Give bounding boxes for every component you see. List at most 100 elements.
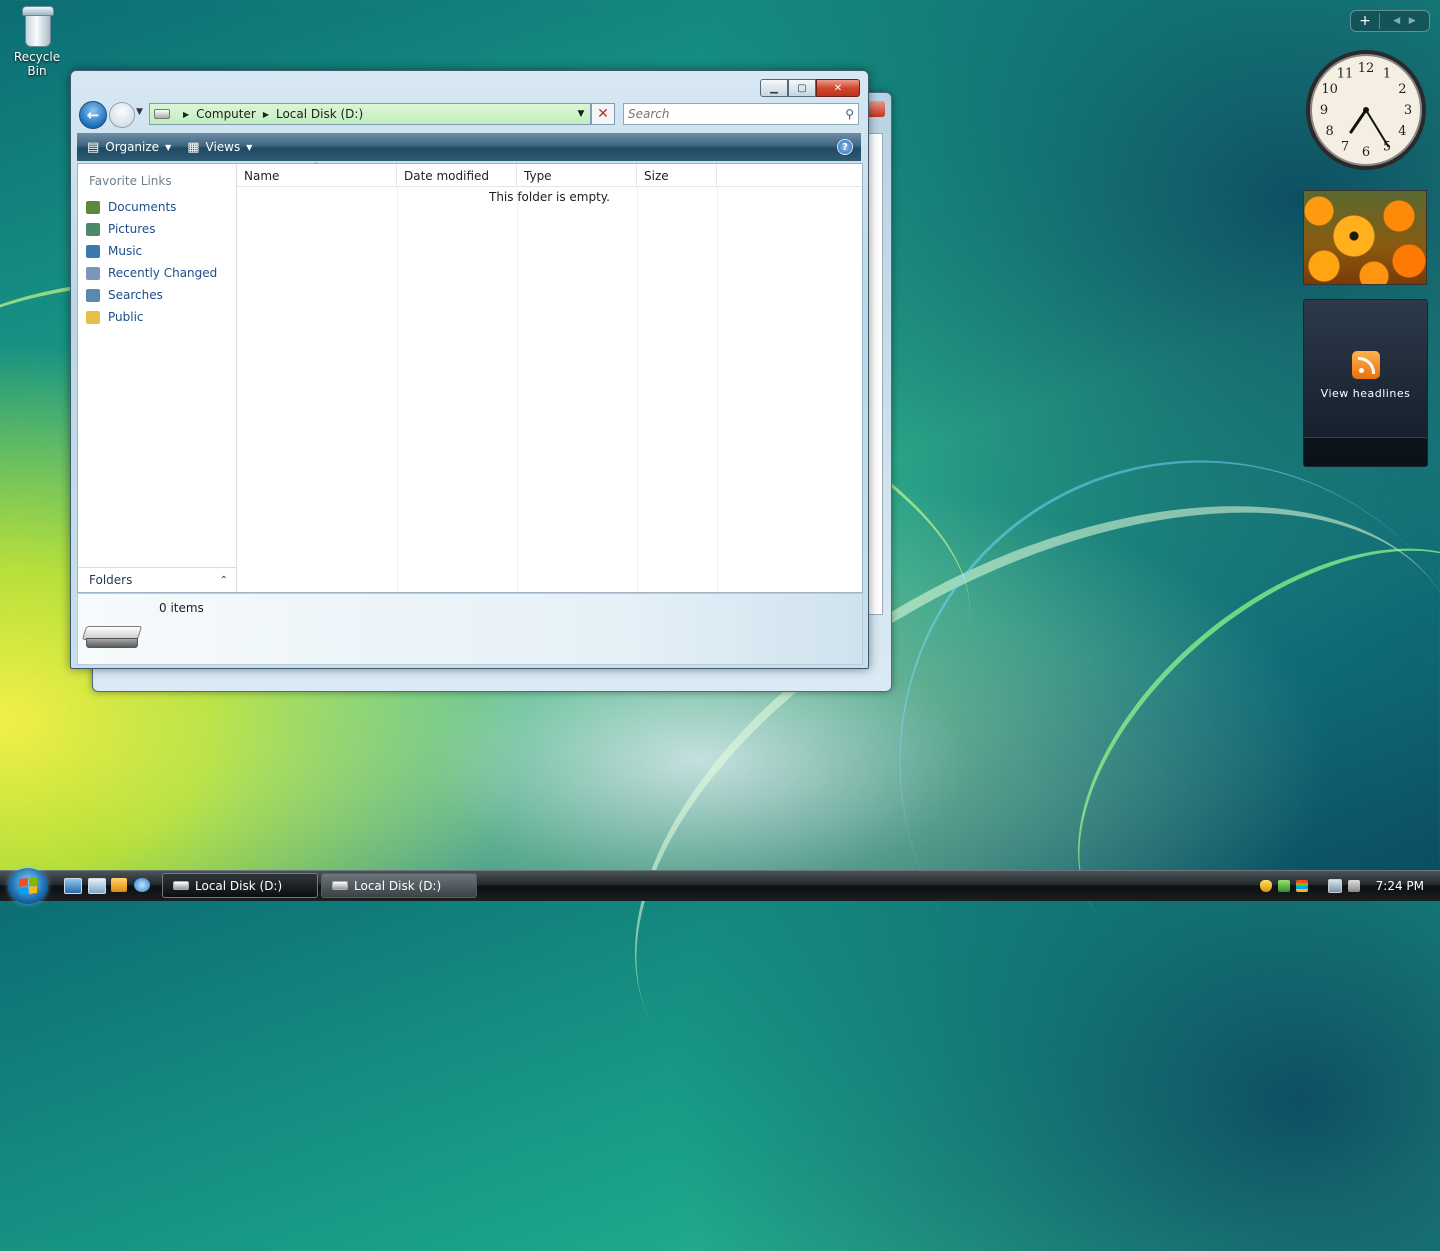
searches-icon [86, 288, 100, 302]
favorite-link-label: Searches [108, 288, 163, 302]
column-label: Size [644, 169, 669, 183]
column-header-name[interactable]: ⌃ Name [237, 161, 397, 186]
favorite-link-public[interactable]: Public [78, 306, 236, 328]
item-count: 0 items [159, 601, 204, 615]
switch-windows-icon[interactable] [88, 878, 106, 894]
folders-label: Folders [89, 573, 133, 587]
column-header-date-modified[interactable]: Date modified [397, 164, 517, 186]
music-icon [86, 244, 100, 258]
slideshow-gadget[interactable] [1303, 190, 1427, 285]
details-pane: 0 items [77, 593, 863, 665]
favorite-link-searches[interactable]: Searches [78, 284, 236, 306]
favorite-link-label: Music [108, 244, 143, 258]
column-headers: ⌃ Name Date modified Type Size [237, 161, 862, 187]
clock-number: 7 [1341, 139, 1349, 154]
column-header-type[interactable]: Type [517, 164, 637, 186]
breadcrumb-arrow-icon[interactable]: ▶ [183, 110, 189, 119]
taskbar-button-label: Local Disk (D:) [195, 878, 283, 893]
windows-logo-icon [19, 877, 37, 895]
navigation-bar: ← ▼ ▶ Computer ▶ Local Disk (D:) ▼ ✕ ⚲ [79, 101, 860, 129]
maximize-button[interactable]: ▢ [788, 79, 816, 97]
clock-number: 6 [1362, 145, 1370, 160]
chevron-down-icon: ▼ [165, 142, 172, 152]
breadcrumb-arrow-icon[interactable]: ▶ [263, 110, 269, 119]
address-dropdown-icon[interactable]: ▼ [572, 109, 590, 119]
window-pane [867, 133, 883, 615]
clock-number: 10 [1321, 82, 1338, 97]
documents-icon [86, 200, 100, 214]
rss-icon [1351, 351, 1380, 379]
favorite-link-label: Public [108, 310, 144, 324]
minimize-button[interactable]: ▁ [760, 79, 788, 97]
windows-flag-icon[interactable] [1295, 880, 1308, 892]
network-icon[interactable] [1327, 879, 1342, 893]
column-label: Date modified [404, 169, 490, 183]
forward-button[interactable] [109, 102, 135, 128]
clock-gadget[interactable]: 12 12 3 45678 9 1011 [1304, 48, 1428, 172]
desktop-icon-label: Recycle Bin [13, 50, 61, 78]
clock-number: 2 [1398, 82, 1406, 97]
pictures-icon [86, 222, 100, 236]
gadget-footer [1304, 437, 1427, 466]
view-headlines-link[interactable]: View headlines [1304, 387, 1427, 400]
gadget-nav-arrows[interactable]: ◀ ▶ [1380, 16, 1429, 26]
start-button[interactable] [8, 868, 48, 904]
drive-icon [173, 881, 189, 890]
views-label: Views [205, 140, 241, 154]
clock-number: 4 [1398, 124, 1406, 139]
content-area: Favorite Links Documents Pictures Music Rec… [77, 161, 863, 593]
favorite-link-label: Documents [108, 200, 177, 214]
internet-explorer-icon[interactable] [134, 878, 150, 892]
taskbar-button-local-disk[interactable]: Local Disk (D:) [162, 873, 318, 898]
empty-folder-message: This folder is empty. [489, 190, 610, 204]
stop-icon[interactable]: ✕ [591, 103, 615, 125]
navigation-pane: Favorite Links Documents Pictures Music Rec… [78, 164, 237, 592]
taskbar-button-local-disk[interactable]: Local Disk (D:) [321, 873, 477, 898]
clock-number: 12 [1358, 61, 1375, 76]
show-desktop-icon[interactable] [64, 878, 82, 894]
back-arrow-icon: ← [86, 106, 100, 124]
favorite-link-documents[interactable]: Documents [78, 196, 236, 218]
security-shield-icon[interactable] [1259, 880, 1272, 892]
volume-muted-icon[interactable] [1347, 880, 1360, 892]
update-check-icon[interactable] [1277, 880, 1290, 892]
close-button[interactable]: ✕ [816, 79, 860, 97]
sidebar-controls: + ◀ ▶ [1350, 10, 1430, 32]
organize-icon: ▤ [87, 139, 100, 155]
favorite-link-pictures[interactable]: Pictures [78, 218, 236, 240]
desktop-icon-recycle-bin[interactable]: Recycle Bin [4, 2, 70, 78]
file-list[interactable]: ⌃ Name Date modified Type Size This folde… [237, 161, 862, 592]
views-button[interactable]: ▦ Views ▼ [187, 140, 252, 155]
clock-number: 5 [1383, 139, 1391, 154]
search-input[interactable] [624, 106, 835, 122]
column-header-size[interactable]: Size [637, 164, 717, 186]
clock-number: 1 [1383, 67, 1391, 82]
column-label: Name [244, 169, 280, 183]
column-gridlines [237, 186, 862, 592]
back-button[interactable]: ← [79, 101, 107, 129]
clock-number: 3 [1404, 103, 1412, 118]
search-icon[interactable]: ⚲ [845, 107, 854, 121]
explorer-window[interactable]: ▁ ▢ ✕ ← ▼ ▶ Computer ▶ Local Disk (D:) ▼… [70, 70, 869, 669]
breadcrumb-computer[interactable]: Computer [196, 107, 256, 121]
organize-button[interactable]: ▤ Organize ▼ [87, 140, 171, 155]
recent-pages-dropdown[interactable]: ▼ [136, 107, 143, 117]
clock-number: 11 [1337, 67, 1354, 82]
address-bar[interactable]: ▶ Computer ▶ Local Disk (D:) ▼ [149, 103, 591, 125]
chevron-down-icon: ▼ [246, 142, 253, 152]
views-icon: ▦ [187, 139, 200, 155]
breadcrumb-local-disk[interactable]: Local Disk (D:) [276, 107, 363, 121]
feed-headlines-gadget[interactable]: View headlines [1303, 299, 1428, 467]
add-gadget-button[interactable]: + [1351, 13, 1380, 29]
recently-changed-icon [86, 266, 100, 280]
chevron-up-icon: ⌃ [219, 574, 228, 586]
taskbar-clock[interactable]: 7:24 PM [1376, 879, 1424, 893]
help-icon[interactable]: ? [837, 139, 853, 155]
folders-toggle[interactable]: Folders ⌃ [78, 567, 236, 592]
public-folder-icon [86, 310, 100, 324]
search-box[interactable]: ⚲ [623, 103, 859, 125]
media-player-icon[interactable] [111, 878, 127, 892]
favorite-link-music[interactable]: Music [78, 240, 236, 262]
favorite-link-recently-changed[interactable]: Recently Changed [78, 262, 236, 284]
clock-number: 8 [1325, 124, 1333, 139]
